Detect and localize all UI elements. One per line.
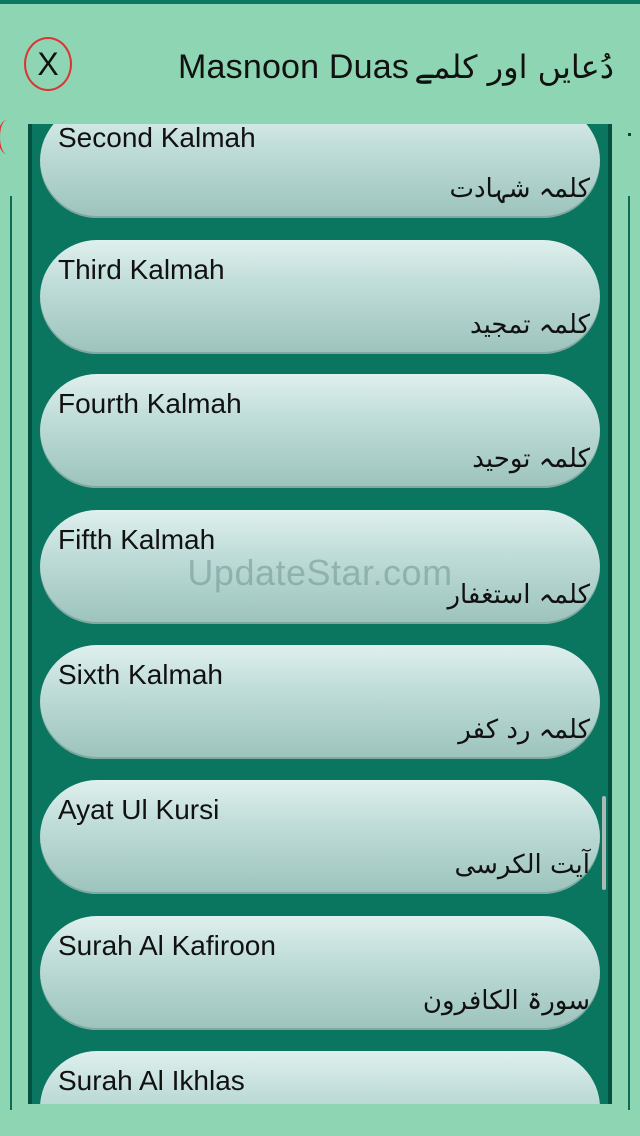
item-urdu: کلمہ توحید — [472, 444, 590, 474]
list-item-fourth-kalmah[interactable]: Fourth Kalmah کلمہ توحید — [40, 374, 600, 488]
item-urdu: کلمہ شہادت — [449, 174, 590, 204]
close-button[interactable]: X — [24, 37, 72, 91]
scrollbar[interactable] — [602, 796, 606, 890]
watermark: UpdateStar.com — [187, 552, 453, 593]
right-edge-line — [628, 196, 630, 1110]
item-title: Sixth Kalmah — [58, 659, 223, 690]
item-title: Third Kalmah — [58, 254, 225, 285]
item-urdu: سورۃ الکافرون — [422, 986, 590, 1016]
item-title: Second Kalmah — [58, 124, 256, 153]
list-item-second-kalmah[interactable]: Second Kalmah کلمہ شہادت — [40, 124, 600, 218]
duas-list[interactable]: Second Kalmah کلمہ شہادت Third Kalmah کل… — [28, 124, 612, 1104]
close-icon: X — [37, 45, 59, 82]
item-title: Surah Al Kafiroon — [58, 930, 276, 961]
app-header: X Masnoon Duas دُعایں اور کلمے — [0, 4, 640, 122]
edge-dot — [628, 133, 631, 136]
urdu-page-title: دُعایں اور کلمے — [414, 48, 614, 86]
edge-mark — [0, 120, 16, 154]
item-title: Fourth Kalmah — [58, 388, 242, 419]
item-title: Ayat Ul Kursi — [58, 794, 220, 825]
list-item-surah-al-ikhlas[interactable]: Surah Al Ikhlas — [40, 1051, 600, 1104]
item-urdu: کلمہ رد کفر — [458, 715, 590, 745]
page-title: Masnoon Duas — [178, 48, 410, 86]
list-item-sixth-kalmah[interactable]: Sixth Kalmah کلمہ رد کفر — [40, 645, 600, 759]
left-edge-line — [10, 196, 12, 1110]
item-urdu: آیت الکرسی — [454, 850, 590, 880]
item-title: Surah Al Ikhlas — [58, 1065, 245, 1096]
list-item-ayat-ul-kursi[interactable]: Ayat Ul Kursi آیت الکرسی — [40, 780, 600, 894]
item-urdu: کلمہ تمجید — [469, 310, 590, 340]
list-item-surah-al-kafiroon[interactable]: Surah Al Kafiroon سورۃ الکافرون — [40, 916, 600, 1030]
list-item-third-kalmah[interactable]: Third Kalmah کلمہ تمجید — [40, 240, 600, 354]
